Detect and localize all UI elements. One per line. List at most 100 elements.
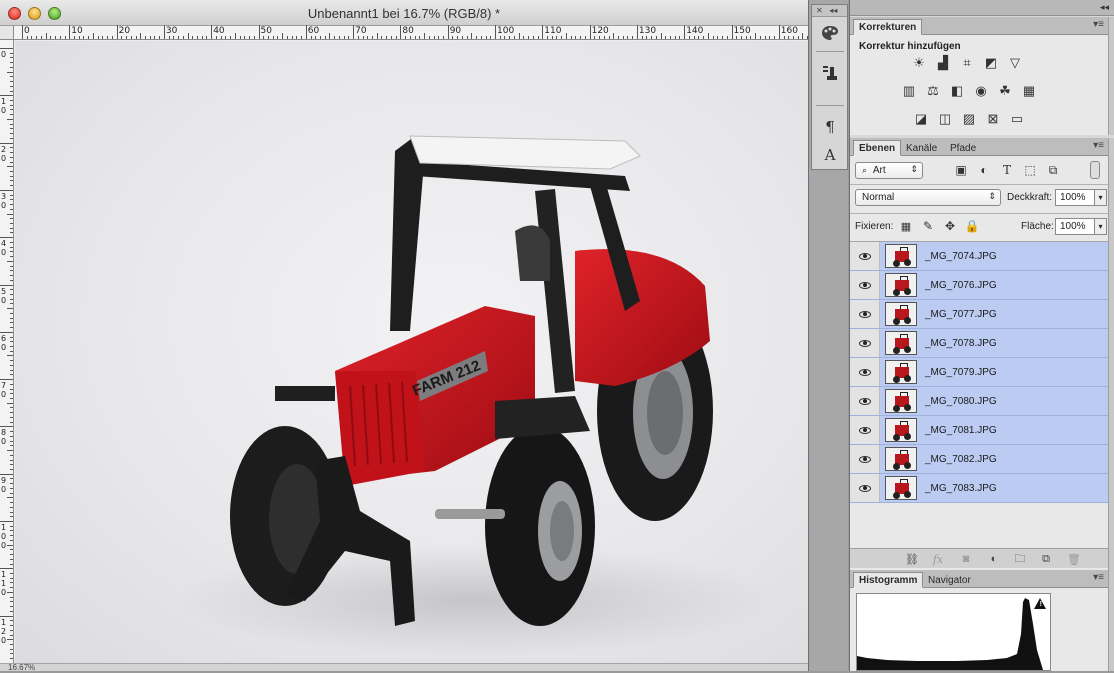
panels-collapse-strip[interactable]: ◂◂ [850,0,1114,16]
color-lookup-icon[interactable]: ▦ [1020,83,1038,99]
layer-thumbnail[interactable] [885,273,917,297]
layer-row[interactable]: _MG_7076.JPG [850,271,1108,300]
color-palette-icon[interactable] [817,21,843,45]
layer-row[interactable]: _MG_7083.JPG [850,474,1108,503]
document-titlebar[interactable]: Unbenannt1 bei 16.7% (RGB/8) * [0,0,808,26]
filter-adjustment-layer-icon[interactable]: ◐ [976,162,992,178]
layers-scrollbar[interactable] [1108,138,1114,570]
link-layers-icon[interactable]: ⛓ [904,551,920,567]
lock-all-icon[interactable]: 🔒 [964,218,980,234]
layer-row[interactable]: _MG_7081.JPG [850,416,1108,445]
image-canvas[interactable]: FARM 212 [15,41,808,663]
filter-shape-layer-icon[interactable]: ⬚ [1022,162,1038,178]
layer-thumbnail[interactable] [885,331,917,355]
layer-thumbnail[interactable] [885,389,917,413]
new-adjustment-layer-icon[interactable]: ◐ [986,551,1002,567]
layer-thumbnail[interactable] [885,244,917,268]
tab-layers[interactable]: Ebenen [853,140,902,156]
layer-name[interactable]: _MG_7081.JPG [925,425,997,436]
layer-visibility-toggle[interactable] [850,474,880,502]
eye-icon [858,310,871,318]
layer-name[interactable]: _MG_7076.JPG [925,280,997,291]
lock-pixels-icon[interactable]: ✎ [920,218,936,234]
threshold-icon[interactable]: ▨ [960,111,978,127]
channel-mixer-icon[interactable]: ☘ [996,83,1014,99]
curves-icon[interactable]: ⌗ [958,55,976,71]
layer-visibility-toggle[interactable] [850,445,880,473]
lock-position-icon[interactable]: ✥ [942,218,958,234]
brightness-contrast-icon[interactable]: ☀ [910,55,928,71]
layer-name[interactable]: _MG_7079.JPG [925,367,997,378]
layer-thumbnail[interactable] [885,418,917,442]
histogram-scrollbar[interactable] [1108,570,1114,671]
layer-row[interactable]: _MG_7077.JPG [850,300,1108,329]
filter-pixel-layer-icon[interactable]: ▣ [953,162,969,178]
layer-row[interactable]: _MG_7079.JPG [850,358,1108,387]
tab-adjustments[interactable]: Korrekturen [853,19,923,35]
posterize-icon[interactable]: ◫ [936,111,954,127]
layer-name[interactable]: _MG_7077.JPG [925,309,997,320]
brush-presets-icon[interactable] [817,61,843,85]
layer-visibility-toggle[interactable] [850,358,880,386]
invert-icon[interactable]: ◪ [912,111,930,127]
layers-panel-menu-icon[interactable]: ▾≡ [1093,140,1104,151]
ruler-v-minor-tick [10,303,13,305]
levels-icon[interactable]: ▟ [934,55,952,71]
fill-field[interactable]: 100% ▾ [1055,218,1107,235]
blend-mode-select[interactable]: Normal ⇕ [855,189,1001,206]
horizontal-ruler[interactable]: 0 10 20 30 40 50 60 70 80 90 100 110 120 130 140 150 160 [14,25,808,40]
tab-navigator[interactable]: Navigator [922,572,977,588]
layer-name[interactable]: _MG_7080.JPG [925,396,997,407]
layer-row[interactable]: _MG_7080.JPG [850,387,1108,416]
gradient-map-icon[interactable]: ▭ [1008,111,1026,127]
opacity-field[interactable]: 100% ▾ [1055,189,1107,206]
filter-type-layer-icon[interactable]: T [999,162,1015,178]
black-white-icon[interactable]: ◧ [948,83,966,99]
vertical-ruler[interactable]: 0 10 20 30 40 50 60 70 80 90 100 110 120 [0,40,14,663]
layer-mask-icon[interactable]: ◙ [958,551,974,567]
tab-channels[interactable]: Kanäle [900,140,943,156]
new-layer-icon[interactable]: ⧉ [1038,551,1054,567]
layer-visibility-toggle[interactable] [850,242,880,270]
adjustments-scrollbar[interactable] [1108,17,1114,135]
paragraph-icon[interactable]: ¶ [817,115,843,139]
photo-filter-icon[interactable]: ◉ [972,83,990,99]
new-group-icon[interactable]: 🗀 [1012,551,1028,567]
delete-layer-icon[interactable]: 🗑 [1066,551,1082,567]
layer-name[interactable]: _MG_7082.JPG [925,454,997,465]
layer-thumbnail[interactable] [885,476,917,500]
histogram-panel-menu-icon[interactable]: ▾≡ [1093,572,1104,583]
layer-row[interactable]: _MG_7074.JPG [850,242,1108,271]
layer-thumbnail[interactable] [885,447,917,471]
color-balance-icon[interactable]: ⚖ [924,83,942,99]
layer-visibility-toggle[interactable] [850,329,880,357]
layer-name[interactable]: _MG_7074.JPG [925,251,997,262]
layer-name[interactable]: _MG_7083.JPG [925,483,997,494]
layer-style-icon[interactable]: fx [930,551,946,567]
layer-thumbnail[interactable] [885,360,917,384]
layer-thumbnail[interactable] [885,302,917,326]
lock-transparency-icon[interactable]: ▦ [898,218,914,234]
filter-toggle[interactable] [1090,161,1100,179]
exposure-icon[interactable]: ◩ [982,55,1000,71]
layer-name[interactable]: _MG_7078.JPG [925,338,997,349]
layer-row[interactable]: _MG_7078.JPG [850,329,1108,358]
vibrance-icon[interactable]: ▽ [1006,55,1024,71]
layer-row[interactable]: _MG_7082.JPG [850,445,1108,474]
dock-header[interactable]: ✕ ◂◂ [812,5,847,17]
ruler-h-label: 150 [733,26,751,36]
layer-visibility-toggle[interactable] [850,300,880,328]
tab-paths[interactable]: Pfade [944,140,982,156]
tab-histogram[interactable]: Histogramm [853,572,924,588]
layer-visibility-toggle[interactable] [850,271,880,299]
hue-saturation-icon[interactable]: ▥ [900,83,918,99]
selective-color-icon[interactable]: ⊠ [984,111,1002,127]
character-icon[interactable]: A [817,143,843,167]
adjustments-panel-menu-icon[interactable]: ▾≡ [1093,19,1104,30]
layer-visibility-toggle[interactable] [850,416,880,444]
layer-visibility-toggle[interactable] [850,387,880,415]
zoom-readout[interactable]: 16.67% [8,663,35,671]
layer-filter-select[interactable]: ⌕ Art ⇕ [855,162,923,179]
ruler-origin[interactable] [0,26,14,40]
filter-smart-object-icon[interactable]: ⧉ [1045,162,1061,178]
